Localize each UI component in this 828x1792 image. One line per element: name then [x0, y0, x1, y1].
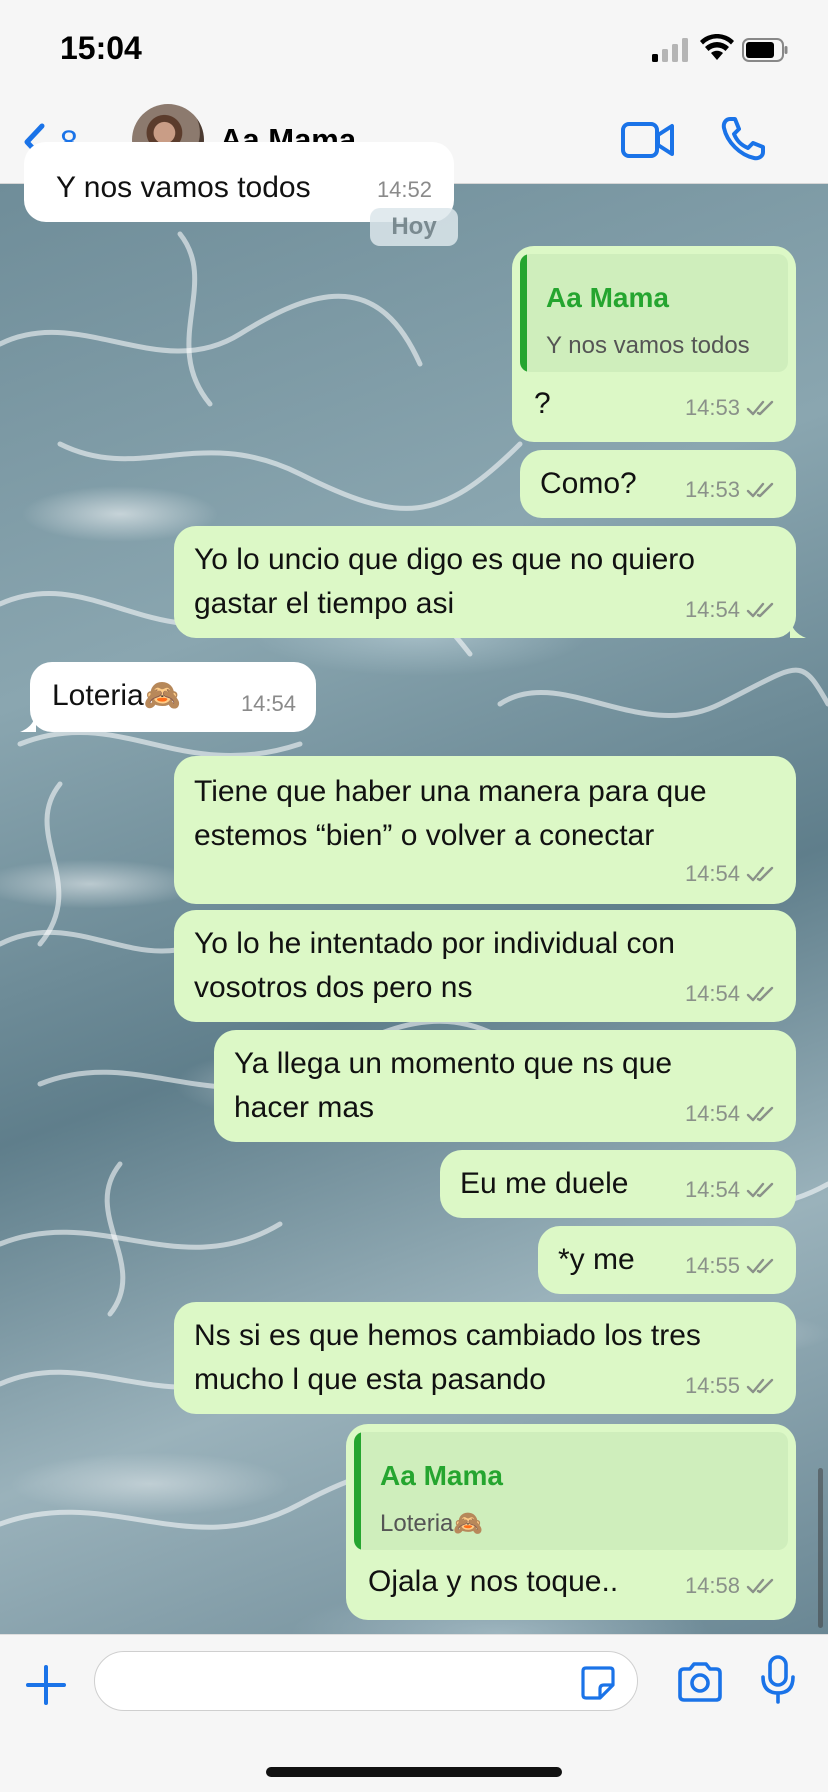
- message-bubble-outgoing[interactable]: *y me 14:55: [538, 1226, 796, 1294]
- message-meta: 14:54: [685, 972, 776, 1016]
- message-input[interactable]: [94, 1651, 638, 1711]
- message-text: Eu me duele: [460, 1167, 629, 1200]
- message-meta: 14:53: [685, 468, 776, 512]
- quoted-author: Aa Mama: [546, 282, 669, 313]
- bubble-tail: [790, 620, 806, 638]
- message-meta: 14:54: [685, 1092, 776, 1136]
- message-text: Y nos vamos todos: [56, 171, 311, 204]
- message-text: ?: [534, 387, 551, 420]
- message-bubble-outgoing[interactable]: Tiene que haber una manera para que este…: [174, 756, 796, 904]
- wifi-icon: [700, 34, 734, 60]
- message-meta: 14:52: [377, 168, 432, 212]
- double-check-icon: [746, 1578, 774, 1594]
- message-time: 14:55: [684, 1373, 740, 1398]
- message-bubble-outgoing[interactable]: Aa Mama Loteria🙈 Ojala y nos toque.. 14:…: [346, 1424, 796, 1620]
- message-bubble-outgoing[interactable]: Aa Mama Y nos vamos todos ? 14:53: [512, 246, 796, 442]
- message-bubble-outgoing[interactable]: Yo lo he intentado por individual con vo…: [174, 910, 796, 1022]
- message-meta: 14:55: [685, 1364, 776, 1408]
- message-bubble-incoming[interactable]: Loteria🙈 14:54: [30, 662, 316, 732]
- message-time: 14:58: [684, 1573, 740, 1598]
- double-check-icon: [746, 602, 774, 618]
- message-meta: 14:58: [685, 1564, 776, 1608]
- scrollbar[interactable]: [818, 1468, 823, 1628]
- signal-icon: [652, 38, 688, 62]
- composer-bar: [0, 1634, 828, 1792]
- status-time: 15:04: [60, 30, 142, 66]
- message-bubble-outgoing[interactable]: Ya llega un momento que ns que hacer mas…: [214, 1030, 796, 1142]
- quoted-text: Loteria🙈: [380, 1510, 484, 1537]
- message-time: 14:54: [684, 1177, 740, 1202]
- message-time: 14:54: [684, 597, 740, 622]
- double-check-icon: [746, 482, 774, 498]
- message-time: 14:54: [240, 691, 296, 716]
- date-chip: Hoy: [370, 208, 458, 246]
- message-text: Loteria🙈: [52, 679, 182, 712]
- phone-icon[interactable]: [720, 116, 766, 162]
- double-check-icon: [746, 1258, 774, 1274]
- home-indicator: [266, 1767, 562, 1777]
- bubble-tail: [20, 714, 36, 732]
- message-time: 14:54: [684, 861, 740, 886]
- double-check-icon: [746, 986, 774, 1002]
- message-bubble-outgoing[interactable]: Como? 14:53: [520, 450, 796, 518]
- message-meta: 14:55: [685, 1244, 776, 1288]
- message-time: 14:55: [684, 1253, 740, 1278]
- quoted-message[interactable]: Aa Mama Y nos vamos todos: [520, 254, 788, 372]
- message-meta: 14:54: [685, 852, 776, 896]
- message-time: 14:53: [684, 395, 740, 420]
- double-check-icon: [746, 1182, 774, 1198]
- message-time: 14:54: [684, 1101, 740, 1126]
- message-bubble-outgoing[interactable]: Yo lo uncio que digo es que no quiero ga…: [174, 526, 796, 638]
- quoted-text: Y nos vamos todos: [546, 332, 750, 359]
- double-check-icon: [746, 400, 774, 416]
- microphone-icon[interactable]: [760, 1655, 796, 1705]
- quote-bar: [520, 254, 527, 372]
- camera-icon[interactable]: [676, 1661, 724, 1703]
- message-time: 14:54: [684, 981, 740, 1006]
- status-bar: 15:04: [0, 0, 828, 100]
- message-bubble-outgoing[interactable]: Ns si es que hemos cambiado los tres muc…: [174, 1302, 796, 1414]
- message-meta: 14:53: [685, 386, 776, 430]
- message-meta: 14:54: [685, 1168, 776, 1212]
- message-text: Tiene que haber una manera para que este…: [194, 775, 707, 852]
- quoted-author: Aa Mama: [380, 1460, 503, 1491]
- message-bubble-outgoing[interactable]: Eu me duele 14:54: [440, 1150, 796, 1218]
- double-check-icon: [746, 1378, 774, 1394]
- quoted-message[interactable]: Aa Mama Loteria🙈: [354, 1432, 788, 1550]
- message-time: 14:53: [684, 477, 740, 502]
- message-text: Ojala y nos toque..: [368, 1565, 619, 1598]
- quote-bar: [354, 1432, 361, 1550]
- video-camera-icon[interactable]: [620, 118, 676, 162]
- double-check-icon: [746, 866, 774, 882]
- message-text: Ya llega un momento que ns que hacer mas: [234, 1047, 673, 1124]
- message-text: *y me: [558, 1243, 635, 1276]
- message-time: 14:52: [376, 177, 432, 202]
- battery-icon: [742, 38, 788, 62]
- message-meta: 14:54: [241, 682, 296, 726]
- message-text: Como?: [540, 467, 637, 500]
- double-check-icon: [746, 1106, 774, 1122]
- sticker-icon[interactable]: [580, 1665, 616, 1701]
- message-meta: 14:54: [685, 588, 776, 632]
- plus-icon[interactable]: [24, 1663, 68, 1707]
